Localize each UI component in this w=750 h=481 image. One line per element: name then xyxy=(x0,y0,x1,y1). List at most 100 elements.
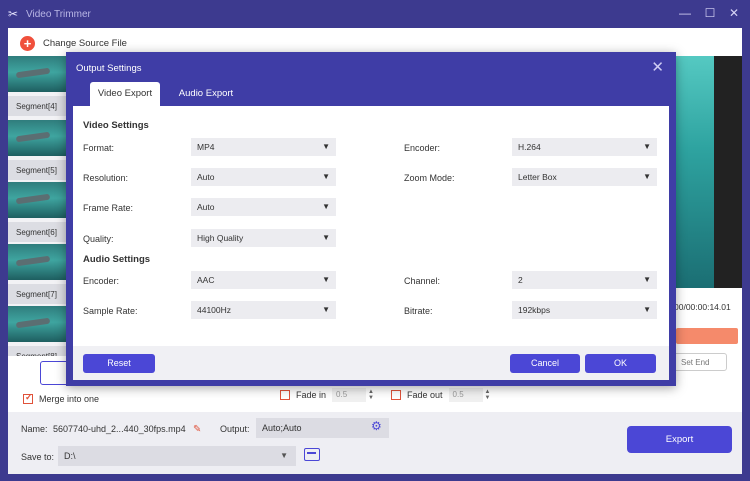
audio-encoder-select[interactable]: AAC ▼ xyxy=(191,271,336,289)
change-source-button[interactable]: + Change Source File xyxy=(20,34,127,52)
segment-label[interactable]: Segment[6] xyxy=(8,222,70,242)
gear-icon[interactable]: ⚙ xyxy=(371,419,382,433)
fade-in-option: Fade in 0.5 ▲ ▼ xyxy=(280,388,374,402)
bitrate-value: 192kbps xyxy=(518,305,551,315)
channel-value: 2 xyxy=(518,275,523,285)
change-source-label: Change Source File xyxy=(43,37,127,49)
save-label: Save to: xyxy=(21,452,55,462)
title-bar: ✂ Video Trimmer — ☐ ✕ xyxy=(0,0,750,28)
merge-label: Merge into one xyxy=(39,394,100,404)
frame-rate-select[interactable]: Auto ▼ xyxy=(191,198,336,216)
name-value: 5607740-uhd_2...440_30fps.mp4 xyxy=(53,424,186,434)
video-encoder-value: H.264 xyxy=(518,142,541,152)
fade-out-checkbox[interactable] xyxy=(391,390,401,400)
segment-thumbnail[interactable] xyxy=(8,182,70,218)
chevron-down-icon: ▼ xyxy=(643,305,651,314)
folder-icon[interactable] xyxy=(304,448,320,461)
channel-select[interactable]: 2 ▼ xyxy=(512,271,657,289)
bitrate-select[interactable]: 192kbps ▼ xyxy=(512,301,657,319)
app-window: ✂ Video Trimmer — ☐ ✕ + Change Source Fi… xyxy=(0,0,750,481)
audio-encoder-label: Encoder: xyxy=(83,276,120,286)
preview-border xyxy=(714,56,742,288)
chevron-down-icon: ▼ xyxy=(322,305,330,314)
sample-rate-label: Sample Rate: xyxy=(83,306,138,316)
video-encoder-select[interactable]: H.264 ▼ xyxy=(512,138,657,156)
channel-label: Channel: xyxy=(404,276,441,286)
set-end-button[interactable]: Set End xyxy=(672,353,727,371)
audio-encoder-value: AAC xyxy=(197,275,215,285)
output-settings-dialog: Output Settings ✕ Video Export Audio Exp… xyxy=(66,52,676,386)
resolution-label: Resolution: xyxy=(83,173,129,183)
chevron-down-icon: ▼ xyxy=(322,233,330,242)
chevron-down-icon: ▼ xyxy=(322,172,330,181)
time-readout: 00/00:00:14.01 xyxy=(674,302,731,312)
sample-rate-value: 44100Hz xyxy=(197,305,232,315)
frame-rate-label: Frame Rate: xyxy=(83,203,134,213)
close-icon[interactable]: ✕ xyxy=(727,6,741,20)
settings-form: Video Settings Format: MP4 ▼ Encoder: H.… xyxy=(73,106,669,346)
cancel-button[interactable]: Cancel xyxy=(510,354,580,373)
window-title: Video Trimmer xyxy=(26,9,91,20)
segment-list: Segment[4] Segment[5] Segment[6] Segment… xyxy=(8,56,70,356)
fade-out-stepper-icon[interactable]: ▲ ▼ xyxy=(485,389,491,401)
fade-out-label: Fade out xyxy=(407,390,443,400)
segment-thumbnail[interactable] xyxy=(8,56,70,92)
zoom-mode-label: Zoom Mode: xyxy=(404,173,455,183)
fade-in-input[interactable]: 0.5 xyxy=(332,388,367,402)
format-select[interactable]: MP4 ▼ xyxy=(191,138,336,156)
output-field[interactable]: Auto;Auto xyxy=(256,418,389,438)
chevron-down-icon: ▼ xyxy=(643,142,651,151)
bitrate-label: Bitrate: xyxy=(404,306,433,316)
chevron-down-icon: ▼ xyxy=(643,172,651,181)
audio-settings-heading: Audio Settings xyxy=(83,254,151,265)
save-path-select[interactable]: D:\ ▼ xyxy=(58,446,296,466)
plus-icon: + xyxy=(20,35,35,51)
quality-select[interactable]: High Quality ▼ xyxy=(191,229,336,247)
output-label: Output: xyxy=(220,424,250,434)
segment-thumbnail[interactable] xyxy=(8,306,70,342)
fade-in-checkbox[interactable] xyxy=(280,390,290,400)
tab-audio-export[interactable]: Audio Export xyxy=(166,82,246,106)
minimize-icon[interactable]: — xyxy=(678,6,692,20)
video-encoder-label: Encoder: xyxy=(404,143,441,153)
bottom-bar: Name: 5607740-uhd_2...440_30fps.mp4 ✎ Ou… xyxy=(8,412,742,474)
scissors-icon: ✂ xyxy=(8,7,19,21)
settings-panel: Video Settings Format: MP4 ▼ Encoder: H.… xyxy=(73,106,669,380)
zoom-mode-value: Letter Box xyxy=(518,172,557,182)
chevron-down-icon: ▼ xyxy=(322,275,330,284)
chevron-down-icon: ▼ xyxy=(322,202,330,211)
sample-rate-select[interactable]: 44100Hz ▼ xyxy=(191,301,336,319)
quality-value: High Quality xyxy=(197,233,244,243)
format-value: MP4 xyxy=(197,142,215,152)
tab-video-export[interactable]: Video Export xyxy=(90,82,160,106)
export-button[interactable]: Export xyxy=(627,426,732,453)
zoom-mode-select[interactable]: Letter Box ▼ xyxy=(512,168,657,186)
fade-in-label: Fade in xyxy=(296,390,327,400)
segment-thumbnail[interactable] xyxy=(8,244,70,280)
merge-checkbox[interactable] xyxy=(23,392,33,404)
segment-label[interactable]: Segment[5] xyxy=(8,160,70,180)
video-settings-heading: Video Settings xyxy=(83,120,149,131)
fade-out-option: Fade out 0.5 ▲ ▼ xyxy=(391,388,490,402)
timeline-bar[interactable] xyxy=(676,328,738,344)
save-path-value: D:\ xyxy=(64,451,76,461)
segment-label[interactable]: Segment[4] xyxy=(8,96,70,116)
format-label: Format: xyxy=(83,143,115,153)
maximize-icon[interactable]: ☐ xyxy=(703,6,717,20)
segment-label[interactable]: Segment[8] xyxy=(8,346,70,356)
ok-button[interactable]: OK xyxy=(585,354,656,373)
quality-label: Quality: xyxy=(83,234,114,244)
fade-in-stepper-icon[interactable]: ▲ ▼ xyxy=(368,389,374,401)
resolution-select[interactable]: Auto ▼ xyxy=(191,168,336,186)
resolution-value: Auto xyxy=(197,172,215,182)
frame-rate-value: Auto xyxy=(197,202,215,212)
segment-thumbnail[interactable] xyxy=(8,120,70,156)
name-label: Name: xyxy=(21,424,48,434)
chevron-down-icon: ▼ xyxy=(280,451,288,460)
reset-button[interactable]: Reset xyxy=(83,354,155,373)
fade-out-input[interactable]: 0.5 xyxy=(448,388,483,402)
close-icon[interactable]: ✕ xyxy=(651,58,664,76)
merge-option[interactable]: Merge into one xyxy=(23,392,100,404)
edit-icon[interactable]: ✎ xyxy=(193,424,201,435)
segment-label[interactable]: Segment[7] xyxy=(8,284,70,304)
